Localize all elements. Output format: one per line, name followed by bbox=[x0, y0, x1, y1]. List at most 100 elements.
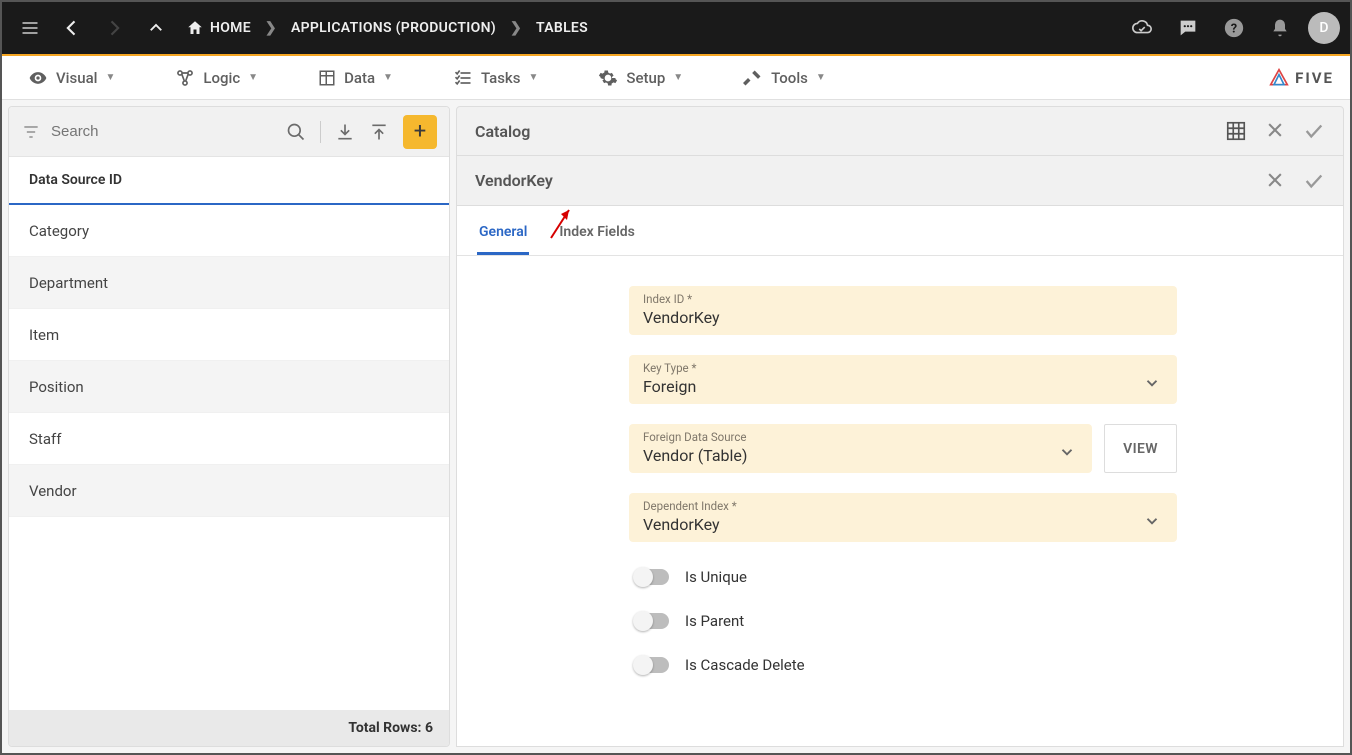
menu-setup[interactable]: Setup ▼ bbox=[588, 62, 693, 94]
menu-visual-label: Visual bbox=[56, 69, 97, 87]
key-type-field[interactable]: Key Type * Foreign bbox=[629, 355, 1177, 404]
search-actions: + bbox=[286, 115, 437, 149]
table-row[interactable]: Vendor bbox=[9, 465, 449, 517]
is-unique-row: Is Unique bbox=[629, 562, 1177, 586]
breadcrumb-home-label: HOME bbox=[210, 20, 251, 36]
index-id-value: VendorKey bbox=[643, 306, 1163, 327]
dropdown-icon: ▼ bbox=[816, 72, 826, 83]
dropdown-icon: ▼ bbox=[528, 72, 538, 83]
avatar[interactable]: D bbox=[1308, 12, 1340, 44]
breadcrumb-applications[interactable]: APPLICATIONS (PRODUCTION) bbox=[291, 20, 496, 36]
forward-icon bbox=[96, 10, 132, 46]
is-cascade-toggle[interactable] bbox=[635, 657, 669, 673]
check-icon[interactable] bbox=[1303, 170, 1325, 192]
footer-count: 6 bbox=[425, 720, 433, 736]
key-type-value: Foreign bbox=[643, 375, 1141, 396]
add-button[interactable]: + bbox=[403, 115, 437, 149]
dropdown-icon: ▼ bbox=[383, 72, 393, 83]
menu-tools[interactable]: Tools▼ bbox=[733, 62, 836, 94]
form-column: Index ID * VendorKey Key Type * Foreign … bbox=[629, 286, 1177, 674]
chat-icon[interactable] bbox=[1170, 10, 1206, 46]
dependent-index-label: Dependent Index * bbox=[643, 499, 1141, 513]
brand-label: FIVE bbox=[1295, 69, 1334, 87]
left-panel: + Data Source ID Category Department Ite… bbox=[8, 106, 450, 747]
back-icon[interactable] bbox=[54, 10, 90, 46]
breadcrumb-tables[interactable]: TABLES bbox=[536, 20, 588, 36]
table-row[interactable]: Category bbox=[9, 205, 449, 257]
help-icon[interactable]: ? bbox=[1216, 10, 1252, 46]
upload-icon[interactable] bbox=[369, 122, 389, 142]
menu-logic-label: Logic bbox=[203, 69, 240, 87]
vendorkey-title: VendorKey bbox=[475, 171, 553, 190]
main-area: + Data Source ID Category Department Ite… bbox=[2, 100, 1350, 753]
catalog-header: Catalog bbox=[456, 106, 1344, 156]
search-row: + bbox=[9, 107, 449, 157]
menu-tasks-label: Tasks bbox=[481, 69, 521, 87]
chevron-down-icon bbox=[1056, 443, 1078, 465]
vendorkey-actions bbox=[1265, 170, 1325, 192]
is-parent-toggle[interactable] bbox=[635, 613, 669, 629]
column-header[interactable]: Data Source ID bbox=[9, 157, 449, 205]
topbar: HOME ❯ APPLICATIONS (PRODUCTION) ❯ TABLE… bbox=[2, 2, 1350, 56]
form-area: Index ID * VendorKey Key Type * Foreign … bbox=[456, 256, 1344, 747]
foreign-ds-label: Foreign Data Source bbox=[643, 430, 1056, 444]
chevron-down-icon bbox=[1141, 374, 1163, 396]
topbar-left: HOME ❯ APPLICATIONS (PRODUCTION) ❯ TABLE… bbox=[12, 10, 588, 46]
brand-logo: FIVE bbox=[1269, 68, 1334, 88]
foreign-ds-row: Foreign Data Source Vendor (Table) VIEW bbox=[629, 424, 1177, 473]
chevron-right-icon: ❯ bbox=[510, 20, 522, 36]
is-parent-row: Is Parent bbox=[629, 606, 1177, 630]
is-parent-label: Is Parent bbox=[685, 612, 744, 630]
breadcrumb-home[interactable]: HOME bbox=[186, 19, 251, 37]
menu-tasks[interactable]: Tasks ▼ bbox=[443, 62, 548, 94]
table-rows: Category Department Item Position Staff … bbox=[9, 205, 449, 710]
bell-icon[interactable] bbox=[1262, 10, 1298, 46]
check-icon[interactable] bbox=[1303, 120, 1325, 142]
menu-setup-label: Setup bbox=[626, 69, 665, 87]
index-id-field[interactable]: Index ID * VendorKey bbox=[629, 286, 1177, 335]
chevron-down-icon bbox=[1141, 512, 1163, 534]
menu-data-label: Data bbox=[344, 69, 375, 87]
up-icon[interactable] bbox=[138, 10, 174, 46]
breadcrumb: HOME ❯ APPLICATIONS (PRODUCTION) ❯ TABLE… bbox=[186, 19, 588, 37]
view-button[interactable]: VIEW bbox=[1104, 424, 1177, 473]
catalog-title: Catalog bbox=[475, 122, 530, 141]
grid-icon[interactable] bbox=[1225, 120, 1247, 142]
dropdown-icon: ▼ bbox=[673, 72, 683, 83]
is-cascade-row: Is Cascade Delete bbox=[629, 650, 1177, 674]
download-icon[interactable] bbox=[335, 122, 355, 142]
dependent-index-field[interactable]: Dependent Index * VendorKey bbox=[629, 493, 1177, 542]
tab-index-fields[interactable]: Index Fields bbox=[557, 218, 636, 255]
table-row[interactable]: Department bbox=[9, 257, 449, 309]
index-id-label: Index ID * bbox=[643, 292, 1163, 306]
menu-logic[interactable]: Logic ▼ bbox=[165, 62, 268, 94]
search-input[interactable] bbox=[51, 123, 276, 140]
menu-visual[interactable]: Visual ▼ bbox=[18, 62, 125, 94]
hamburger-icon[interactable] bbox=[12, 10, 48, 46]
footer-label: Total Rows: bbox=[348, 720, 421, 736]
menu-data[interactable]: Data ▼ bbox=[308, 63, 403, 93]
divider bbox=[320, 121, 321, 143]
cloud-icon[interactable] bbox=[1124, 10, 1160, 46]
tab-general[interactable]: General bbox=[477, 218, 529, 255]
svg-text:?: ? bbox=[1231, 22, 1237, 37]
filter-icon[interactable] bbox=[21, 122, 41, 142]
key-type-label: Key Type * bbox=[643, 361, 1141, 375]
search-icon[interactable] bbox=[286, 122, 306, 142]
table-row[interactable]: Item bbox=[9, 309, 449, 361]
right-panel: Catalog VendorKey General Index Fields bbox=[456, 106, 1344, 747]
table-row[interactable]: Position bbox=[9, 361, 449, 413]
dropdown-icon: ▼ bbox=[248, 72, 258, 83]
close-icon[interactable] bbox=[1265, 170, 1285, 192]
tabs: General Index Fields bbox=[456, 206, 1344, 255]
menubar: Visual ▼ Logic ▼ Data ▼ Tasks ▼ Setup ▼ Tools… bbox=[2, 56, 1350, 100]
dropdown-icon: ▼ bbox=[105, 72, 115, 83]
topbar-right: ? D bbox=[1124, 10, 1340, 46]
is-unique-toggle[interactable] bbox=[635, 569, 669, 585]
left-panel-footer: Total Rows: 6 bbox=[9, 710, 449, 746]
is-cascade-label: Is Cascade Delete bbox=[685, 656, 805, 674]
table-row[interactable]: Staff bbox=[9, 413, 449, 465]
vendorkey-header: VendorKey bbox=[456, 156, 1344, 206]
close-icon[interactable] bbox=[1265, 120, 1285, 142]
foreign-ds-field[interactable]: Foreign Data Source Vendor (Table) bbox=[629, 424, 1092, 473]
